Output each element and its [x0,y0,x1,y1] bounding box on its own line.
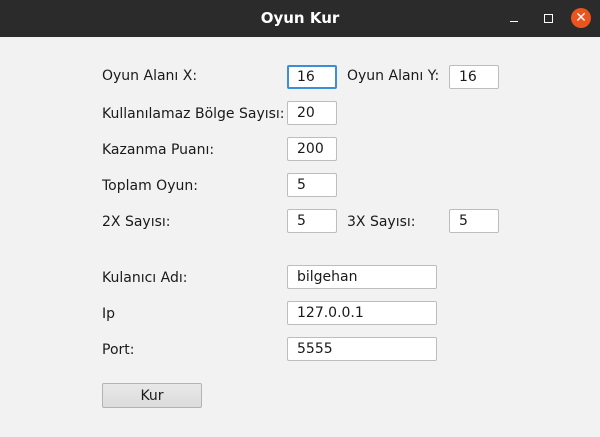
kazanma-puani-label: Kazanma Puanı: [102,142,215,158]
kazanma-puani-input[interactable]: 200 [287,137,337,161]
2x-sayisi-input[interactable]: 5 [287,209,337,233]
ip-input[interactable]: 127.0.0.1 [287,301,437,325]
oyun-alani-x-label: Oyun Alanı X: [102,68,198,84]
oyun-alani-y-label: Oyun Alanı Y: [347,68,440,84]
maximize-button[interactable] [538,8,558,28]
3x-sayisi-input[interactable]: 5 [449,209,499,233]
2x-sayisi-label: 2X Sayısı: [102,214,171,230]
port-label: Port: [102,342,135,358]
oyun-alani-x-input[interactable]: 16 [287,65,337,89]
kullanilamaz-bolge-label: Kullanılamaz Bölge Sayısı: [102,106,285,122]
3x-sayisi-label: 3X Sayısı: [347,214,416,230]
minimize-icon [510,20,518,22]
port-input[interactable]: 5555 [287,337,437,361]
oyun-alani-y-input[interactable]: 16 [449,65,499,89]
kur-button[interactable]: Kur [102,383,202,408]
kullanici-adi-label: Kulanıcı Adı: [102,270,188,286]
title-bar: Oyun Kur ✕ [0,0,600,37]
toplam-oyun-label: Toplam Oyun: [102,178,198,194]
close-icon: ✕ [575,10,587,26]
kullanici-adi-input[interactable]: bilgehan [287,265,437,289]
oyun-kur-window: Oyun Kur ✕ Oyun Alanı X: 16 Oyun Alanı Y… [0,0,600,437]
ip-label: Ip [102,306,116,322]
minimize-button[interactable] [504,8,524,28]
maximize-icon [543,13,553,23]
toplam-oyun-input[interactable]: 5 [287,173,337,197]
close-button[interactable]: ✕ [571,8,591,28]
kullanilamaz-bolge-input[interactable]: 20 [287,101,337,125]
